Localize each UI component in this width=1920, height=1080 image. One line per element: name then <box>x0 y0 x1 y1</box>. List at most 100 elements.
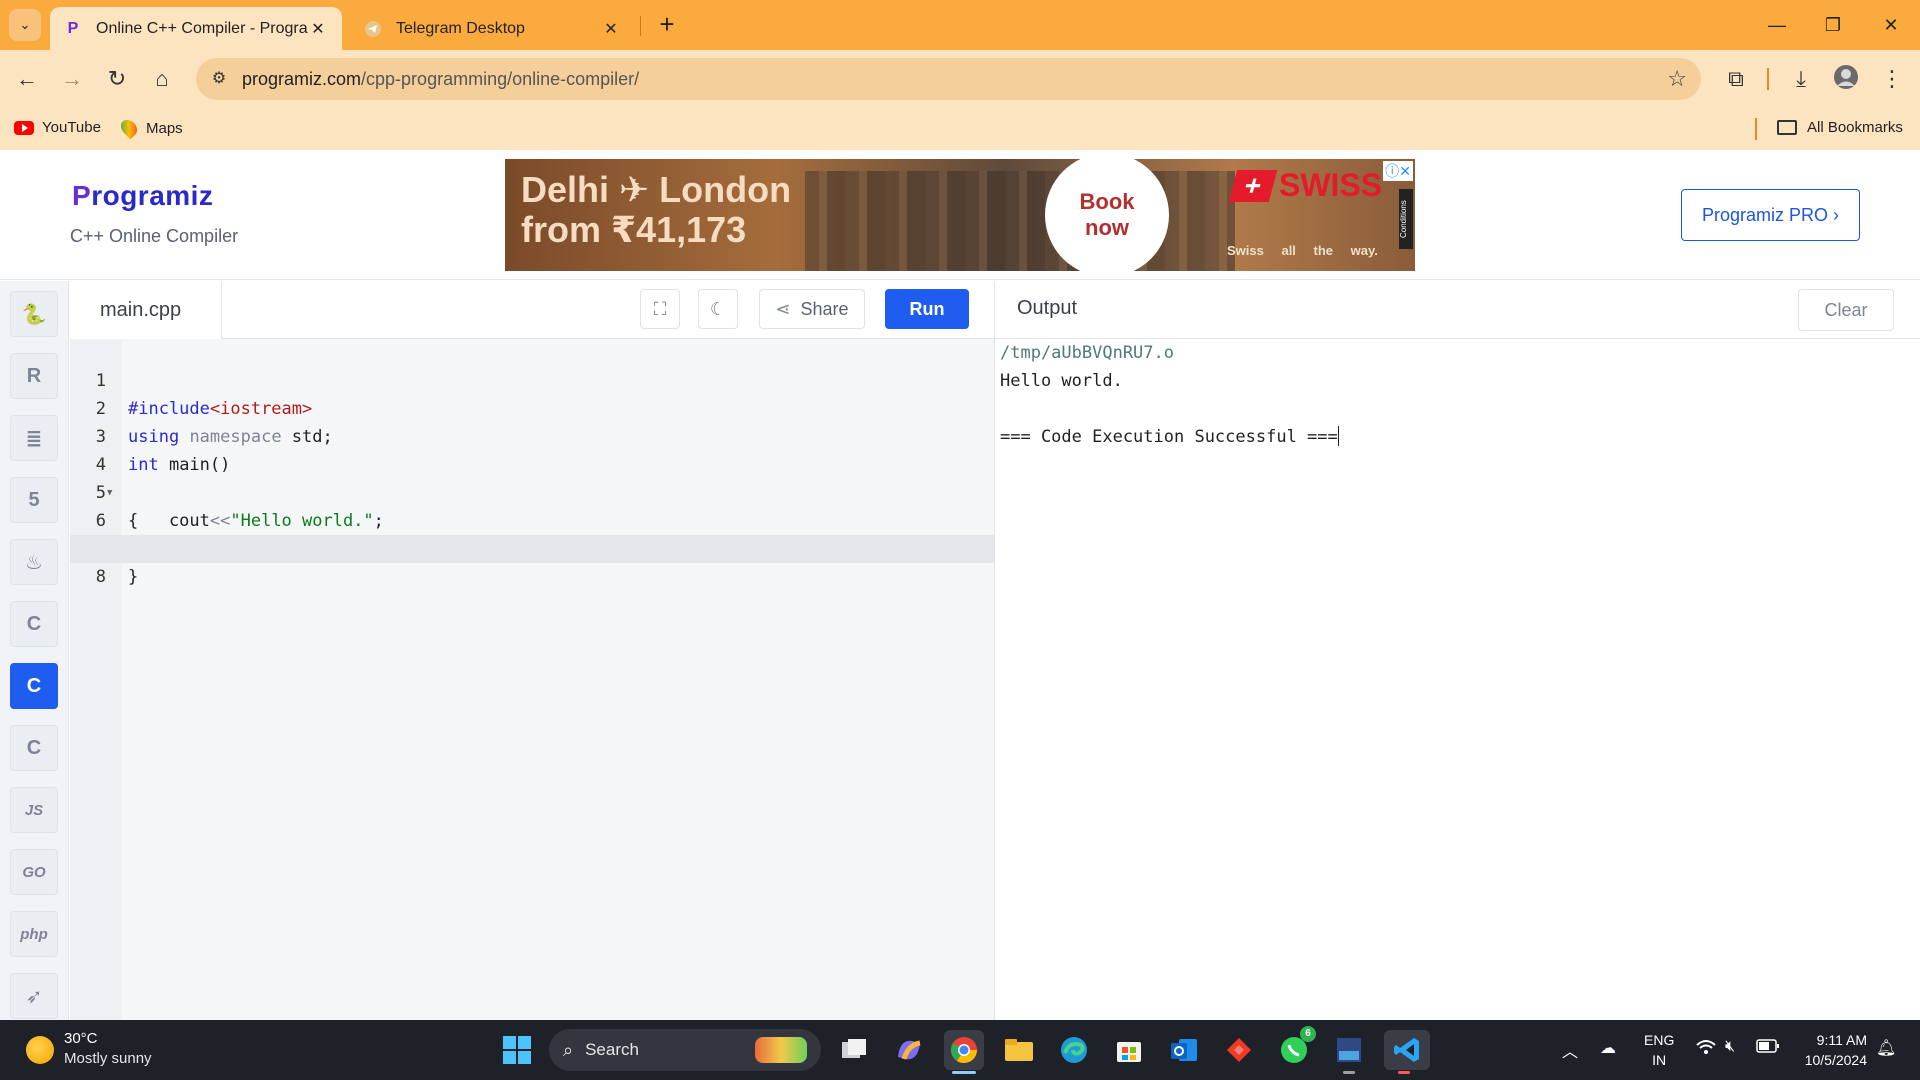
search-label: Search <box>585 1040 639 1059</box>
folder-icon <box>1777 120 1797 135</box>
weather-sun-icon[interactable] <box>26 1036 54 1064</box>
url-text[interactable]: programiz.com/cpp-programming/online-com… <box>242 69 639 90</box>
windows-start-icon[interactable] <box>503 1036 531 1064</box>
minimize-button[interactable]: — <box>1757 10 1797 40</box>
all-bookmarks[interactable]: All Bookmarks <box>1777 119 1903 136</box>
run-button[interactable]: Run <box>885 289 969 329</box>
edge-icon[interactable] <box>1054 1030 1094 1070</box>
reload-icon[interactable]: ↻ <box>102 64 132 94</box>
outlook-icon[interactable] <box>1164 1030 1204 1070</box>
bookmark-label: Maps <box>146 119 183 137</box>
back-arrow-icon[interactable]: ← <box>12 64 42 94</box>
bookmark-maps[interactable]: Maps <box>117 116 183 140</box>
code-line[interactable]: 2 using namespace std; <box>70 367 995 447</box>
show-hidden-icons-chevron[interactable]: ︿ <box>1562 1038 1578 1062</box>
share-button[interactable]: ⋖ Share <box>759 289 865 329</box>
chrome-icon[interactable] <box>944 1030 984 1074</box>
wifi-icon[interactable] <box>1695 1038 1717 1061</box>
cpp-icon[interactable]: C <box>10 663 58 709</box>
code-line-active[interactable]: 8 <box>70 535 995 587</box>
code-line[interactable]: 7 } <box>70 507 995 587</box>
anydesk-icon[interactable] <box>1219 1030 1259 1070</box>
c-icon[interactable]: C <box>10 601 58 647</box>
php-icon[interactable]: php <box>10 911 58 957</box>
file-tab-main-cpp[interactable]: main.cpp <box>70 281 222 339</box>
ad-tagline: Swiss all the way. <box>1227 243 1378 258</box>
editor-toolbar: main.cpp ⛶ ☾ ⋖ Share Run <box>70 281 995 339</box>
weather-description[interactable]: Mostly sunny <box>64 1050 152 1067</box>
bookmark-label: YouTube <box>42 119 101 136</box>
output-title: Output <box>1017 297 1078 319</box>
bookmark-youtube[interactable]: YouTube <box>14 119 101 136</box>
chevron-down-icon: ⌄ <box>19 17 31 32</box>
output-header: Output Clear <box>995 281 1920 339</box>
toolbar-separator <box>1767 68 1769 90</box>
ad-close-icon[interactable]: ⓘ✕ <box>1383 161 1413 181</box>
javascript-icon[interactable]: JS <box>10 787 58 833</box>
system-clock[interactable]: 9:11 AM 10/5/2024 <box>1797 1030 1867 1070</box>
extensions-icon[interactable]: ⧉ <box>1721 64 1751 94</box>
new-tab-button[interactable]: + <box>652 10 682 40</box>
close-icon[interactable]: ✕ <box>601 19 621 39</box>
home-icon[interactable]: ⌂ <box>147 64 177 94</box>
code-line[interactable]: 1 #include<iostream> <box>70 339 995 419</box>
window-close-button[interactable]: ✕ <box>1871 10 1911 40</box>
dev-tool-icon[interactable] <box>1329 1030 1369 1074</box>
address-bar[interactable]: ⚙ programiz.com/cpp-programming/online-c… <box>196 58 1701 100</box>
r-icon[interactable]: R <box>10 353 58 399</box>
menu-dots-icon[interactable]: ⋮ <box>1877 64 1907 94</box>
output-path: /tmp/aUbBVQnRU7.o <box>1000 343 1174 363</box>
input-language-indicator[interactable]: ENG IN <box>1644 1030 1674 1070</box>
close-icon[interactable]: ✕ <box>308 19 328 39</box>
ad-banner[interactable]: Delhi ✈ London from ₹41,173 Book now + SWI… <box>505 159 1415 271</box>
code-line[interactable]: 5 cout<<"Hello world."; <box>70 451 995 531</box>
task-view-icon[interactable] <box>834 1030 874 1070</box>
file-explorer-icon[interactable] <box>999 1030 1039 1070</box>
onedrive-icon[interactable]: ☁ <box>1600 1038 1616 1058</box>
swift-icon[interactable]: ➶ <box>10 973 58 1019</box>
battery-icon[interactable] <box>1756 1038 1780 1059</box>
html-icon[interactable]: 5 <box>10 477 58 523</box>
forward-arrow-icon[interactable]: → <box>57 64 87 94</box>
ad-conditions[interactable]: Conditions <box>1399 189 1413 249</box>
ad-brand-logo: + SWISS <box>1228 167 1382 204</box>
code-editor[interactable]: 1 #include<iostream> 2 using namespace s… <box>70 339 995 1020</box>
restore-button[interactable]: ❐ <box>1813 10 1853 40</box>
bookmark-star-icon[interactable]: ☆ <box>1667 66 1687 92</box>
tab-separator <box>640 16 641 36</box>
ad-book-now-button[interactable]: Book now <box>1045 159 1169 271</box>
notification-bell-icon[interactable]: 🔔︎ <box>1876 1038 1896 1058</box>
code-line[interactable]: 3 int main() <box>70 395 995 475</box>
programiz-logo[interactable]: Programiz <box>72 180 213 212</box>
go-icon[interactable]: GO <box>10 849 58 895</box>
microsoft-store-icon[interactable] <box>1109 1030 1149 1070</box>
code-line[interactable]: 4 ▼ { <box>70 423 995 531</box>
python-icon[interactable]: 🐍 <box>10 291 58 337</box>
weather-temperature[interactable]: 30°C <box>64 1030 98 1047</box>
code-line[interactable]: 6 return 0; <box>70 479 995 559</box>
dark-mode-moon-icon[interactable]: ☾ <box>698 289 738 329</box>
profile-avatar[interactable] <box>1831 64 1861 94</box>
fullscreen-icon[interactable]: ⛶ <box>640 289 680 329</box>
maps-icon <box>117 116 141 140</box>
programiz-pro-button[interactable]: Programiz PRO › <box>1681 189 1860 241</box>
whatsapp-icon[interactable]: 6 <box>1274 1026 1316 1070</box>
tab-programiz[interactable]: P Online C++ Compiler - Programiz ✕ <box>50 7 342 50</box>
csharp-icon[interactable]: C <box>10 725 58 771</box>
share-label: Share <box>800 298 849 319</box>
copilot-icon[interactable] <box>889 1030 929 1070</box>
java-icon[interactable]: ♨ <box>10 539 58 585</box>
download-icon[interactable]: ⤓ <box>1786 64 1816 94</box>
taskbar-search-box[interactable]: ⌕ Search <box>549 1029 821 1071</box>
sql-icon[interactable]: ≣ <box>10 415 58 461</box>
site-settings-icon[interactable]: ⚙ <box>206 66 232 92</box>
tab-search-button[interactable]: ⌄ <box>9 9 41 41</box>
clear-button[interactable]: Clear <box>1798 289 1894 331</box>
output-console[interactable]: /tmp/aUbBVQnRU7.o Hello world. === Code … <box>995 339 1920 1020</box>
tab-title: Telegram Desktop <box>396 19 525 37</box>
speaker-muted-icon[interactable]: 🔇︎ <box>1725 1038 1735 1056</box>
all-bookmarks-label: All Bookmarks <box>1807 119 1903 136</box>
tab-telegram[interactable]: Telegram Desktop ✕ <box>350 7 635 50</box>
browser-tab-bar: ⌄ P Online C++ Compiler - Programiz ✕ Te… <box>0 0 1920 50</box>
vscode-icon[interactable] <box>1384 1030 1430 1074</box>
